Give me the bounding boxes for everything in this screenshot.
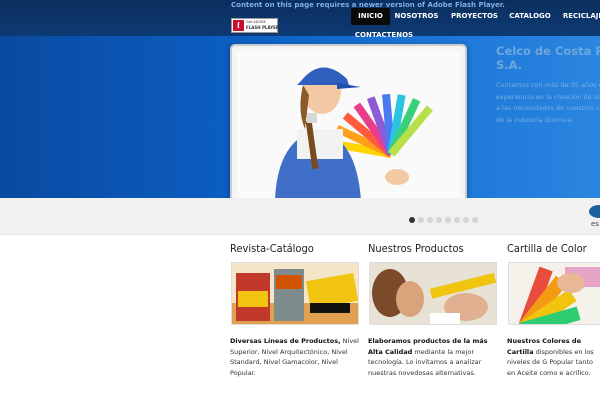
nav-contactenos[interactable]: CONTACTENOS [351, 27, 417, 44]
column-text-products: Elaboramos productos de la más Alta Cali… [368, 336, 498, 378]
column-title-color-chart[interactable]: Cartilla de Color [507, 242, 587, 255]
slide-desc-line: experiencia en la creación de solu [496, 92, 600, 101]
slide-title-line1: Celco de Costa Ri [496, 44, 600, 58]
slider-dot[interactable] [427, 217, 433, 223]
slide-image-frame[interactable] [230, 44, 467, 207]
slider-dot[interactable] [409, 217, 415, 223]
slide-desc-line: de la industria Química. [496, 115, 574, 124]
column-text-catalog: Diversas Líneas de Productos, Nivel Supe… [230, 336, 360, 378]
nav-nosotros[interactable]: NOSOTROS [392, 8, 441, 25]
slide-title: Celco de Costa Ri S.A. [496, 44, 600, 72]
nav-catalogo[interactable]: CATALOGO [506, 8, 554, 25]
slide-desc-line: a las necesidades de nuestros clie [496, 104, 600, 112]
slider-dot[interactable] [418, 217, 424, 223]
slider-dot[interactable] [454, 217, 460, 223]
slide-title-line2: S.A. [496, 58, 523, 72]
catalog-thumbnail[interactable] [231, 262, 359, 325]
slider-dot[interactable] [463, 217, 469, 223]
slider-dot[interactable] [436, 217, 442, 223]
flash-icon: f [233, 20, 244, 31]
slide-desc-line: Contamos con más de 35 años de [496, 81, 600, 89]
slide-description: Contamos con más de 35 años de experienc… [496, 80, 600, 126]
column-title-products[interactable]: Nuestros Productos [368, 242, 464, 255]
nav-proyectos[interactable]: PROYECTOS [448, 8, 501, 25]
column-text-bold: Diversas Líneas de Productos, [230, 337, 341, 345]
partner-logo-text: es [591, 220, 599, 228]
color-chart-thumbnail[interactable] [508, 262, 600, 325]
column-text-color-chart: Nuestros Colores de Cartilla disponibles… [507, 336, 600, 378]
products-thumbnail[interactable] [369, 262, 497, 325]
slider-dot[interactable] [445, 217, 451, 223]
nav-reciclaje[interactable]: RECICLAJE [561, 8, 600, 25]
get-flash-player-badge[interactable]: f Get ADOBE FLASH PLAYER [231, 18, 279, 33]
flash-badge-big-text: FLASH PLAYER [246, 25, 279, 30]
flash-badge-small-text: Get ADOBE [246, 20, 266, 24]
slide-photo-painter-woman [237, 51, 460, 200]
column-title-catalog[interactable]: Revista-Catálogo [230, 242, 314, 255]
nav-inicio[interactable]: INICIO [351, 8, 390, 25]
slider-dot[interactable] [472, 217, 478, 223]
slider-control-strip [0, 198, 600, 235]
